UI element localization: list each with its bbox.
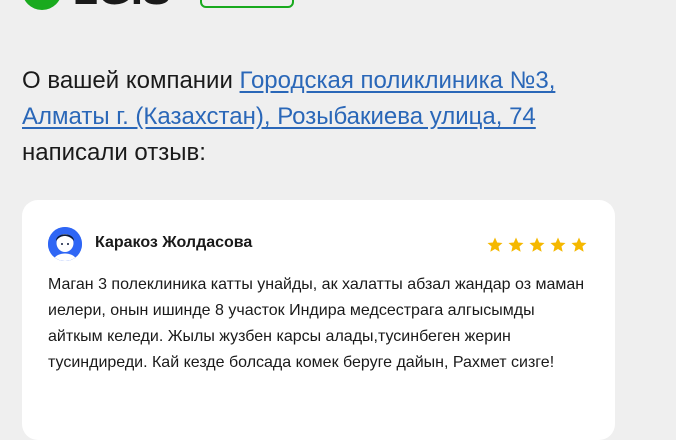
star-icon — [550, 237, 566, 252]
map-pin-logo-icon — [22, 0, 62, 10]
review-card: Каракоз Жолдасова Маган 3 полеклиника ка… — [22, 200, 615, 440]
review-text: Маган 3 полеклиника катты унайды, ак хал… — [48, 276, 585, 371]
star-icon — [487, 237, 503, 252]
avatar — [48, 227, 82, 261]
intro-prefix: О вашей компании — [22, 67, 233, 94]
brand-logo-text: 2GIS — [74, 0, 171, 12]
user-avatar-icon — [48, 227, 82, 261]
review-author: Каракоз Жолдасова — [95, 234, 253, 251]
brand-badge — [200, 0, 294, 8]
rating-stars — [486, 236, 588, 254]
star-icon — [529, 237, 545, 252]
intro-text: О вашей компании Городская поликлиника №… — [22, 63, 642, 171]
intro-suffix: написали отзыв: — [22, 139, 206, 166]
star-icon — [508, 237, 524, 252]
star-icon — [571, 237, 587, 252]
